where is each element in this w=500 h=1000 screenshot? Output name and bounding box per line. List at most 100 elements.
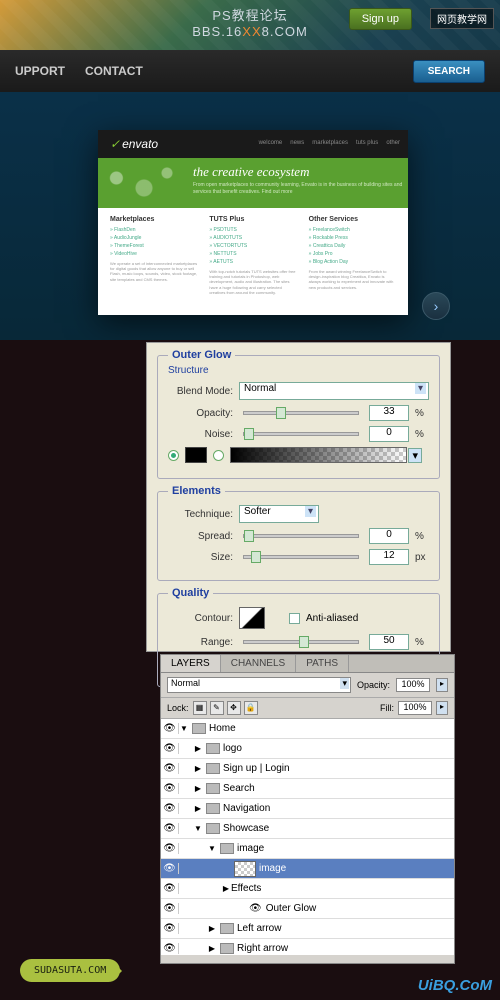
visibility-eye-icon[interactable]: 👁: [161, 943, 179, 954]
disclosure-triangle-icon[interactable]: ▼: [179, 724, 189, 733]
showcase-column: TUTS PlusPSDTUTSAUDIOTUTSVECTORTUTSNETTU…: [209, 216, 296, 295]
visibility-eye-icon[interactable]: 👁: [161, 823, 179, 834]
layers-list[interactable]: 👁▼Home👁▶logo👁▶Sign up | Login👁▶Search👁▶N…: [161, 719, 454, 955]
layer-row[interactable]: 👁▼Home: [161, 719, 454, 739]
elements-heading: Elements: [168, 485, 225, 497]
column-link[interactable]: PSDTUTS: [209, 227, 296, 233]
glow-color-swatch[interactable]: [185, 447, 207, 463]
layer-row[interactable]: 👁▼image: [161, 839, 454, 859]
column-link[interactable]: FlashDen: [110, 227, 197, 233]
layer-name: Left arrow: [237, 923, 281, 934]
visibility-eye-icon[interactable]: 👁: [161, 783, 179, 794]
lock-transparency-icon[interactable]: ▦: [193, 701, 207, 715]
lock-pixels-icon[interactable]: ✎: [210, 701, 224, 715]
column-link[interactable]: FreelanceSwitch: [309, 227, 396, 233]
column-link[interactable]: AudioJungle: [110, 235, 197, 241]
size-slider[interactable]: [243, 555, 359, 559]
column-link[interactable]: Creattica Daily: [309, 243, 396, 249]
antialias-checkbox[interactable]: [289, 613, 300, 624]
column-link[interactable]: NETTUTS: [209, 251, 296, 257]
layer-row[interactable]: 👁▶Navigation: [161, 799, 454, 819]
gradient-picker[interactable]: [230, 447, 407, 463]
column-link[interactable]: VECTORTUTS: [209, 243, 296, 249]
color-radio[interactable]: [168, 450, 179, 461]
visibility-eye-icon[interactable]: 👁: [161, 923, 179, 934]
disclosure-triangle-icon[interactable]: ▶: [193, 784, 203, 793]
layer-row[interactable]: 👁👁Outer Glow: [161, 899, 454, 919]
fill-label: Fill:: [380, 703, 394, 713]
column-link[interactable]: Jobs Pro: [309, 251, 396, 257]
mini-nav-item[interactable]: marketplaces: [312, 140, 348, 146]
spread-slider[interactable]: [243, 534, 359, 538]
disclosure-triangle-icon[interactable]: ▶: [193, 764, 203, 773]
layer-blend-select[interactable]: Normal: [167, 677, 351, 693]
column-link[interactable]: ThemeForest: [110, 243, 197, 249]
visibility-eye-icon[interactable]: 👁: [161, 843, 179, 854]
watermark-text: PS教程论坛 BBS.16XX8.COM: [192, 5, 308, 39]
quality-heading: Quality: [168, 587, 213, 599]
visibility-eye-icon[interactable]: 👁: [161, 763, 179, 774]
disclosure-triangle-icon[interactable]: ▶: [207, 944, 217, 953]
column-link[interactable]: Blog Action Day: [309, 259, 396, 265]
visibility-eye-icon[interactable]: 👁: [161, 883, 179, 894]
layer-row[interactable]: 👁 ▶ Left arrow: [161, 919, 454, 939]
range-slider[interactable]: [243, 640, 359, 644]
effect-eye-icon[interactable]: 👁: [249, 903, 262, 914]
mini-nav-item[interactable]: tuts plus: [356, 140, 378, 146]
signup-button[interactable]: Sign up: [349, 8, 412, 30]
noise-slider[interactable]: [243, 432, 359, 436]
layer-row[interactable]: 👁▶Right arrow: [161, 939, 454, 955]
layer-row[interactable]: 👁▶Sign up | Login: [161, 759, 454, 779]
showcase-area: envato welcome news marketplaces tuts pl…: [0, 92, 500, 340]
lock-all-icon[interactable]: 🔒: [244, 701, 258, 715]
layer-row[interactable]: 👁▶logo: [161, 739, 454, 759]
nav-contact[interactable]: CONTACT: [85, 64, 143, 78]
opacity-flyout-icon[interactable]: ▸: [436, 678, 448, 692]
spread-input[interactable]: 0: [369, 528, 409, 544]
tab-channels[interactable]: CHANNELS: [221, 655, 296, 672]
opacity-slider[interactable]: [243, 411, 359, 415]
size-input[interactable]: 12: [369, 549, 409, 565]
search-button[interactable]: SEARCH: [413, 60, 485, 83]
layer-row[interactable]: 👁▼Showcase: [161, 819, 454, 839]
next-arrow-button[interactable]: ›: [422, 292, 450, 320]
noise-input[interactable]: 0: [369, 426, 409, 442]
opacity-input[interactable]: 33: [369, 405, 409, 421]
visibility-eye-icon[interactable]: 👁: [161, 863, 179, 874]
disclosure-triangle-icon[interactable]: ▼: [207, 844, 217, 853]
column-link[interactable]: AUDIOTUTS: [209, 235, 296, 241]
showcase-header: envato welcome news marketplaces tuts pl…: [98, 130, 408, 208]
blendmode-select[interactable]: Normal: [239, 382, 429, 400]
technique-select[interactable]: Softer: [239, 505, 319, 523]
visibility-eye-icon[interactable]: 👁: [161, 903, 179, 914]
nav-support[interactable]: UPPORT: [15, 64, 65, 78]
layer-opacity-input[interactable]: 100%: [396, 678, 430, 692]
disclosure-triangle-icon[interactable]: ▶: [207, 924, 217, 933]
fill-flyout-icon[interactable]: ▸: [436, 701, 448, 715]
mini-nav-item[interactable]: welcome: [259, 140, 283, 146]
fill-input[interactable]: 100%: [398, 701, 432, 715]
column-link[interactable]: VideoHive: [110, 251, 197, 257]
visibility-eye-icon[interactable]: 👁: [161, 743, 179, 754]
column-desc: We operate a set of interconnected marke…: [110, 261, 197, 282]
disclosure-triangle-icon[interactable]: ▶: [193, 744, 203, 753]
layer-row[interactable]: 👁▶Search: [161, 779, 454, 799]
column-link[interactable]: AETUTS: [209, 259, 296, 265]
layer-options-row: Normal Opacity: 100% ▸: [161, 673, 454, 698]
range-input[interactable]: 50: [369, 634, 409, 650]
visibility-eye-icon[interactable]: 👁: [161, 803, 179, 814]
column-link[interactable]: Rockable Press: [309, 235, 396, 241]
layer-row[interactable]: 👁image: [161, 859, 454, 879]
visibility-eye-icon[interactable]: 👁: [161, 723, 179, 734]
mini-nav-item[interactable]: news: [290, 140, 304, 146]
mini-nav-item[interactable]: other: [386, 140, 400, 146]
tab-paths[interactable]: PATHS: [296, 655, 349, 672]
disclosure-triangle-icon[interactable]: ▼: [193, 824, 203, 833]
contour-picker[interactable]: [239, 607, 265, 629]
gradient-radio[interactable]: [213, 450, 224, 461]
tab-layers[interactable]: LAYERS: [161, 655, 221, 672]
disclosure-triangle-icon[interactable]: ▶: [221, 884, 231, 893]
layer-row[interactable]: 👁▶Effects: [161, 879, 454, 899]
disclosure-triangle-icon[interactable]: ▶: [193, 804, 203, 813]
lock-position-icon[interactable]: ✥: [227, 701, 241, 715]
